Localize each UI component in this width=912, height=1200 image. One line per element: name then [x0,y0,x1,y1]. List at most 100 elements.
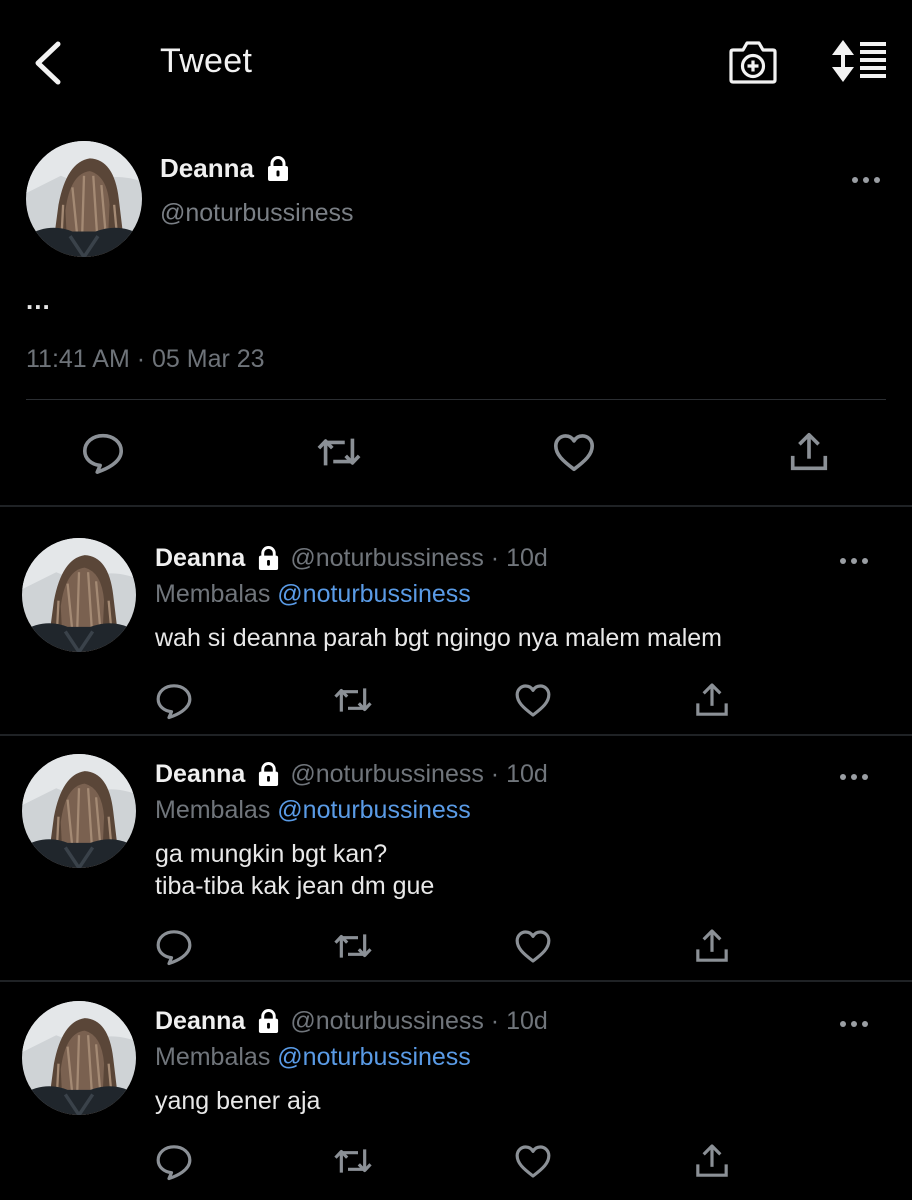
author-handle[interactable]: @noturbussiness [160,199,354,228]
reply-text: ga mungkin bgt kan? tiba-tiba kak jean d… [155,838,434,902]
mention-link[interactable]: @noturbussiness [277,1043,471,1071]
author-handle[interactable]: @noturbussiness [290,760,484,789]
mention-link[interactable]: @noturbussiness [277,580,471,608]
author-name[interactable]: Deanna [155,544,245,573]
reply-actions [0,680,912,720]
more-dots-icon [838,770,870,784]
profile-photo [26,141,142,257]
retweet-icon [314,429,364,475]
reply-icon [80,429,126,475]
retweet-button[interactable] [332,680,374,725]
camera-button[interactable] [728,38,778,86]
more-options-button[interactable] [838,770,870,784]
page-title: Tweet [160,42,253,80]
retweet-button[interactable] [332,926,374,971]
sort-replies-button[interactable] [830,38,888,84]
reply-text: yang bener aja [155,1085,320,1117]
more-dots-icon [838,554,870,568]
reply-header: Deanna @noturbussiness · 10d [155,760,548,789]
retweet-button[interactable] [314,429,364,480]
more-dots-icon [850,173,882,187]
avatar[interactable] [22,1001,136,1115]
share-icon [786,429,832,475]
tweet-age: 10d [506,1007,548,1035]
share-button[interactable] [786,429,832,480]
reply-actions [0,926,912,966]
profile-photo [22,538,136,652]
tweet-age: 10d [506,760,548,788]
replying-to: Membalas @noturbussiness [155,580,471,609]
like-button[interactable] [550,429,598,480]
separator-dot: · [483,544,507,572]
retweet-icon [332,926,374,966]
lock-icon [257,546,280,571]
divider [26,399,886,400]
reply-text-line: wah si deanna parah bgt ngingo nya malem… [155,624,723,652]
reply-text-line: yang bener aja [155,1087,321,1115]
author-handle[interactable]: @noturbussiness [290,544,484,573]
reply-button[interactable] [154,926,194,971]
avatar[interactable] [26,141,142,257]
profile-photo [22,754,136,868]
retweet-button[interactable] [332,1141,374,1186]
back-button[interactable] [28,38,72,88]
reply-icon [154,926,194,966]
top-bar: Tweet [0,0,912,125]
replying-to: Membalas @noturbussiness [155,796,471,825]
reply-header: Deanna @noturbussiness · 10d [155,1007,548,1036]
divider [0,734,912,736]
tweet-actions [0,425,912,485]
more-options-button[interactable] [850,173,882,187]
heart-icon [513,1141,553,1181]
reply-icon [154,680,194,720]
mention-link[interactable]: @noturbussiness [277,796,471,824]
share-button[interactable] [692,926,732,971]
replying-label: Membalas [155,796,271,824]
share-button[interactable] [692,680,732,725]
reply-text-line: tiba-tiba kak jean dm gue [155,872,435,900]
author-name[interactable]: Deanna [155,760,245,789]
sort-list-icon [832,40,886,82]
like-button[interactable] [513,926,553,971]
reply-icon [154,1141,194,1181]
like-button[interactable] [513,1141,553,1186]
more-options-button[interactable] [838,1017,870,1031]
more-options-button[interactable] [838,554,870,568]
reply-button[interactable] [80,429,126,480]
retweet-icon [332,1141,374,1181]
reply-actions [0,1141,912,1181]
heart-icon [513,680,553,720]
lock-icon [266,156,290,182]
like-button[interactable] [513,680,553,725]
tweet-age: 10d [506,544,548,572]
replying-label: Membalas [155,1043,271,1071]
reply-text: wah si deanna parah bgt ngingo nya malem… [155,622,722,654]
share-icon [692,926,732,966]
divider [0,980,912,982]
author-name[interactable]: Deanna [160,153,254,184]
avatar[interactable] [22,754,136,868]
share-button[interactable] [692,1141,732,1186]
chevron-left-icon [35,41,61,85]
author-name[interactable]: Deanna [155,1007,245,1036]
more-dots-icon [838,1017,870,1031]
lock-icon [257,1009,280,1034]
lock-icon [257,762,280,787]
divider [0,505,912,507]
reply-header: Deanna @noturbussiness · 10d [155,544,548,573]
reply-button[interactable] [154,680,194,725]
reply-text-line: ga mungkin bgt kan? [155,840,388,868]
heart-icon [550,429,598,475]
separator-dot: · [483,760,507,788]
author-handle[interactable]: @noturbussiness [290,1007,484,1036]
reply-button[interactable] [154,1141,194,1186]
author-name-row: Deanna [160,153,290,184]
avatar[interactable] [22,538,136,652]
camera-plus-icon [729,41,777,84]
tweet-timestamp: 11:41 AM · 05 Mar 23 [26,345,265,373]
profile-photo [22,1001,136,1115]
replying-label: Membalas [155,580,271,608]
heart-icon [513,926,553,966]
retweet-icon [332,680,374,720]
share-icon [692,1141,732,1181]
